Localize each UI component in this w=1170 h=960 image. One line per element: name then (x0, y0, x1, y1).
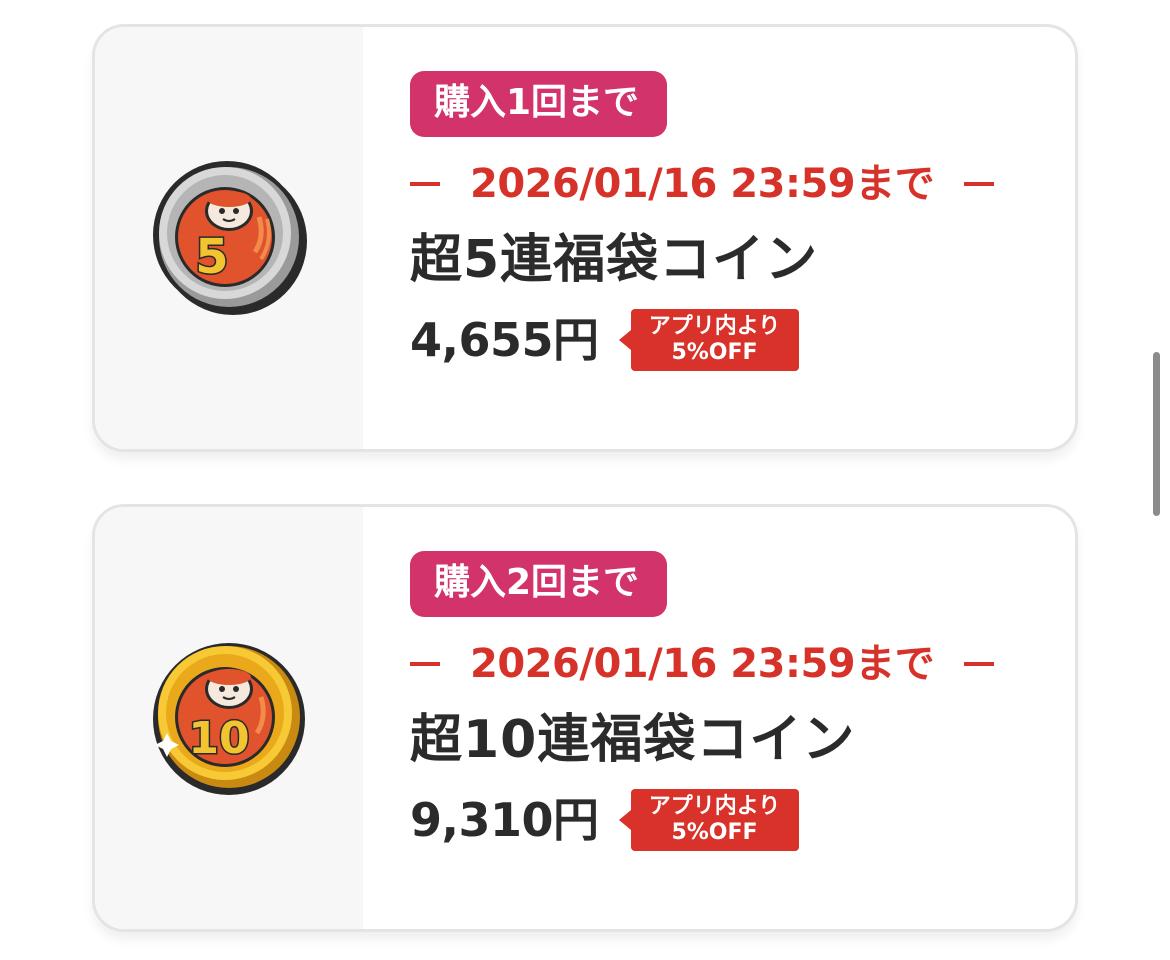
scrollbar[interactable] (1153, 352, 1160, 516)
product-price: 9,310円 (410, 793, 599, 847)
product-image-area: 5 (95, 27, 363, 449)
product-card[interactable]: 5 購入1回まで 2026/01/16 23:59まで 超5連福袋コイン 4,6… (92, 24, 1078, 452)
product-name: 超5連福袋コイン (410, 230, 819, 290)
discount-badge: アプリ内より 5%OFF (618, 789, 799, 851)
product-price: 4,655円 (410, 313, 599, 367)
deadline-text: 2026/01/16 23:59まで (470, 161, 935, 207)
page: 5 購入1回まで 2026/01/16 23:59まで 超5連福袋コイン 4,6… (0, 0, 1170, 960)
deadline-text: 2026/01/16 23:59まで (470, 641, 935, 687)
coin-number: 10 (188, 713, 249, 764)
product-name: 超10連福袋コイン (410, 710, 856, 770)
purchase-limit-badge: 購入2回まで (410, 551, 668, 617)
coin-number: 5 (195, 229, 228, 285)
deadline-dash-right (964, 662, 995, 666)
discount-line-1: アプリ内より (648, 794, 781, 819)
product-image-area: 10 (95, 507, 363, 929)
discount-line-2: 5%OFF (671, 340, 758, 365)
deadline-dash-left (410, 182, 440, 186)
product-info: 購入1回まで 2026/01/16 23:59まで 超5連福袋コイン 4,655… (410, 71, 1055, 371)
product-info: 購入2回まで 2026/01/16 23:59まで 超10連福袋コイン 9,31… (410, 551, 1055, 851)
purchase-limit-badge: 購入1回まで (410, 71, 668, 137)
daruma-gold-coin-icon: 10 (153, 643, 305, 795)
sale-deadline: 2026/01/16 23:59まで (410, 159, 1055, 209)
deadline-dash-right (964, 182, 995, 186)
discount-badge: アプリ内より 5%OFF (618, 309, 799, 371)
price-row: 4,655円 アプリ内より 5%OFF (410, 309, 1055, 371)
sale-deadline: 2026/01/16 23:59まで (410, 639, 1055, 689)
daruma-silver-coin-icon: 5 (153, 161, 307, 315)
discount-line-2: 5%OFF (671, 820, 758, 845)
deadline-dash-left (410, 662, 440, 666)
product-card[interactable]: 10 購入2回まで 2026/01/16 23:59まで 超10連福袋コイン 9… (92, 504, 1078, 932)
discount-line-1: アプリ内より (648, 314, 781, 339)
price-row: 9,310円 アプリ内より 5%OFF (410, 789, 1055, 851)
